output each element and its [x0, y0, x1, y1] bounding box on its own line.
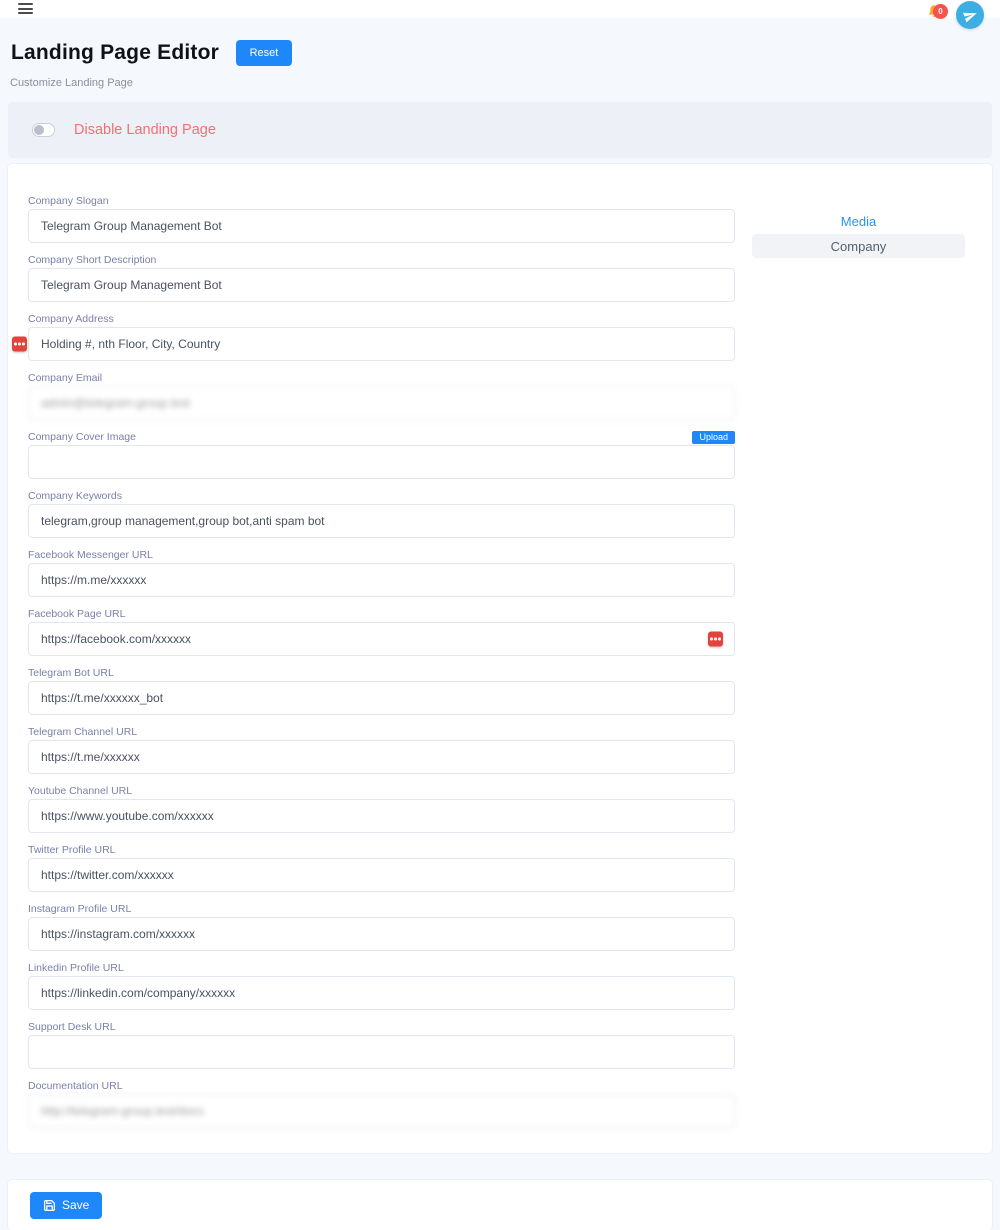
field-label: Instagram Profile URL [28, 903, 131, 915]
field-instagram-profile-url: Instagram Profile URL [28, 903, 735, 951]
company-slogan-input[interactable] [28, 209, 735, 243]
telegram-plane-icon [960, 5, 979, 24]
field-twitter-profile-url: Twitter Profile URL [28, 844, 735, 892]
field-label: Facebook Page URL [28, 608, 125, 620]
tab-media[interactable]: Media [752, 215, 965, 229]
disable-landing-page-label: Disable Landing Page [74, 122, 216, 138]
company-keywords-input[interactable] [28, 504, 735, 538]
field-company-short-description: Company Short Description [28, 254, 735, 302]
field-label: Support Desk URL [28, 1021, 116, 1033]
hamburger-menu-icon[interactable] [18, 3, 33, 17]
field-facebook-page-url: Facebook Page URL [28, 608, 735, 656]
facebook-page-url-input[interactable] [28, 622, 735, 656]
field-facebook-messenger-url: Facebook Messenger URL [28, 549, 735, 597]
company-email-input[interactable] [28, 386, 735, 420]
documentation-url-input[interactable] [28, 1094, 735, 1128]
reset-button[interactable]: Reset [236, 40, 292, 66]
field-label: Youtube Channel URL [28, 785, 132, 797]
field-documentation-url: Documentation URL [28, 1080, 735, 1128]
instagram-profile-url-input[interactable] [28, 917, 735, 951]
field-label: Documentation URL [28, 1080, 123, 1092]
company-short-description-input[interactable] [28, 268, 735, 302]
form-column: Company Slogan Company Short Description… [28, 195, 735, 1128]
landing-page-form-card: Company Slogan Company Short Description… [8, 164, 992, 1153]
linkedin-profile-url-input[interactable] [28, 976, 735, 1010]
field-label: Company Address [28, 313, 114, 325]
field-telegram-channel-url: Telegram Channel URL [28, 726, 735, 774]
page-title: Landing Page Editor [11, 41, 219, 65]
field-company-email: Company Email [28, 372, 735, 420]
telegram-channel-url-input[interactable] [28, 740, 735, 774]
support-desk-url-input[interactable] [28, 1035, 735, 1069]
field-label: Facebook Messenger URL [28, 549, 153, 561]
section-tabs: Media Company [752, 215, 965, 258]
youtube-channel-url-input[interactable] [28, 799, 735, 833]
company-cover-image-input[interactable] [28, 445, 735, 479]
field-label: Company Short Description [28, 254, 156, 266]
field-label: Linkedin Profile URL [28, 962, 124, 974]
company-address-input[interactable] [28, 327, 735, 361]
save-footer-card: Save [8, 1180, 992, 1230]
field-label: Telegram Channel URL [28, 726, 137, 738]
field-label: Company Cover Image [28, 431, 136, 443]
notification-count-badge: 0 [933, 4, 948, 19]
facebook-messenger-url-input[interactable] [28, 563, 735, 597]
save-button-label: Save [62, 1198, 89, 1212]
field-label: Twitter Profile URL [28, 844, 116, 856]
telegram-button[interactable] [956, 1, 984, 29]
field-company-keywords: Company Keywords [28, 490, 735, 538]
field-support-desk-url: Support Desk URL [28, 1021, 735, 1069]
extension-dots-icon[interactable] [708, 632, 723, 647]
twitter-profile-url-input[interactable] [28, 858, 735, 892]
landing-page-editor-screen: 0 Landing Page Editor Reset Customize La… [0, 0, 1000, 1230]
page-subtitle: Customize Landing Page [8, 77, 992, 89]
upload-button[interactable]: Upload [692, 431, 735, 444]
field-youtube-channel-url: Youtube Channel URL [28, 785, 735, 833]
save-button[interactable]: Save [30, 1192, 102, 1219]
disable-landing-page-toggle[interactable] [32, 123, 55, 137]
field-company-slogan: Company Slogan [28, 195, 735, 243]
top-navbar: 0 [0, 0, 1000, 18]
field-telegram-bot-url: Telegram Bot URL [28, 667, 735, 715]
floppy-disk-icon [43, 1199, 56, 1212]
field-label: Telegram Bot URL [28, 667, 114, 679]
notifications-button[interactable]: 0 [926, 4, 942, 25]
field-linkedin-profile-url: Linkedin Profile URL [28, 962, 735, 1010]
field-label: Company Keywords [28, 490, 122, 502]
tab-company[interactable]: Company [752, 234, 965, 258]
telegram-bot-url-input[interactable] [28, 681, 735, 715]
field-company-address: Company Address [28, 313, 735, 361]
field-label: Company Email [28, 372, 102, 384]
extension-dots-icon[interactable] [12, 337, 27, 352]
field-label: Company Slogan [28, 195, 109, 207]
field-company-cover-image: Company Cover Image Upload [28, 431, 735, 479]
disable-landing-page-panel: Disable Landing Page [8, 102, 992, 158]
